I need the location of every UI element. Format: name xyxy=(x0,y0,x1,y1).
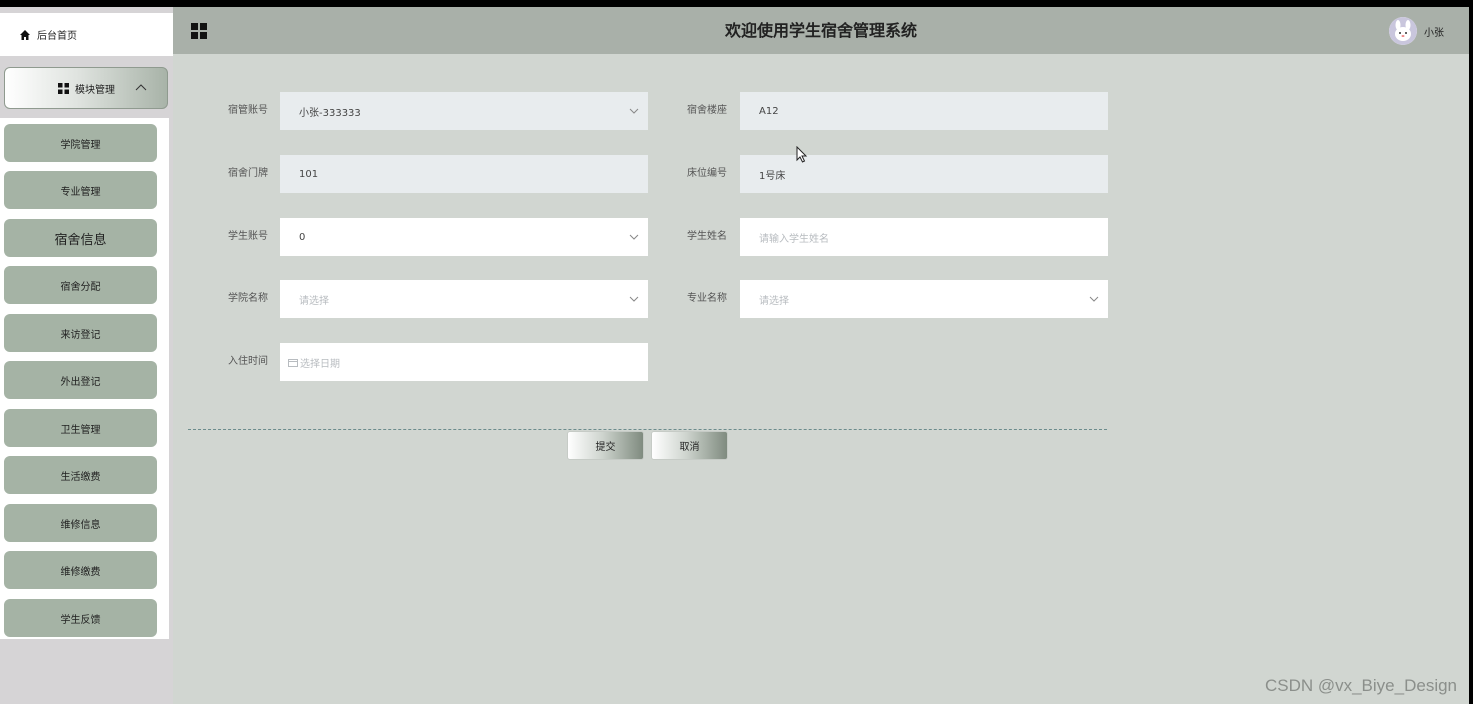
page-title: 欢迎使用学生宿舍管理系统 xyxy=(724,21,917,40)
student-name-placeholder: 请输入学生姓名 xyxy=(759,233,829,245)
college-label: 学院名称 xyxy=(228,293,268,304)
dorm-manager-select[interactable]: 小张-333333 xyxy=(280,92,648,130)
checkin-date-picker[interactable]: 选择日期 xyxy=(280,343,648,381)
mouse-cursor-icon xyxy=(796,145,808,164)
major-label: 专业名称 xyxy=(687,293,727,304)
grid-icon xyxy=(58,82,69,94)
sidebar-item-repair-info[interactable]: 维修信息 xyxy=(4,504,157,542)
sidebar-item-college[interactable]: 学院管理 xyxy=(4,124,157,162)
home-icon xyxy=(18,28,32,42)
username[interactable]: 小张 xyxy=(1424,24,1444,39)
sidebar-item-label: 学院管理 xyxy=(60,139,101,151)
building-field[interactable]: A12 xyxy=(740,92,1108,130)
calendar-icon xyxy=(288,358,298,367)
sidebar-module-toggle[interactable]: 模块管理 xyxy=(4,67,168,109)
bed-label: 床位编号 xyxy=(687,168,727,179)
major-placeholder: 请选择 xyxy=(759,295,789,307)
dorm-manager-label: 宿管账号 xyxy=(228,105,268,116)
sidebar-item-label: 生活缴费 xyxy=(60,471,101,483)
building-label: 宿舍楼座 xyxy=(687,105,727,116)
sidebar-item-visitor[interactable]: 来访登记 xyxy=(4,314,157,352)
sidebar-item-dorm-assign[interactable]: 宿舍分配 xyxy=(4,266,157,304)
app-shell: 后台首页 模块管理 学院管理 专业管理 宿舍信息 宿舍分配 来访登记 外出登记 … xyxy=(0,7,1469,704)
sidebar-home-label: 后台首页 xyxy=(37,31,77,42)
sidebar-item-repair-fee[interactable]: 维修缴费 xyxy=(4,551,157,589)
major-select[interactable]: 请选择 xyxy=(740,280,1108,318)
submit-button[interactable]: 提交 xyxy=(567,431,644,460)
sidebar-item-label: 维修缴费 xyxy=(60,566,101,578)
student-name-label: 学生姓名 xyxy=(687,231,727,242)
sidebar-item-label: 宿舍分配 xyxy=(60,281,101,293)
sidebar-module-label: 模块管理 xyxy=(75,84,115,96)
sidebar-item-dorm-info[interactable]: 宿舍信息 xyxy=(4,219,157,257)
bed-value: 1号床 xyxy=(759,170,786,182)
student-account-select[interactable]: 0 xyxy=(280,218,648,256)
watermark: CSDN @vx_Biye_Design xyxy=(1264,676,1457,695)
student-account-label: 学生账号 xyxy=(228,231,268,242)
form-divider xyxy=(188,429,1107,430)
chevron-down-icon xyxy=(629,106,639,116)
checkin-label: 入住时间 xyxy=(228,356,268,367)
avatar-icon[interactable] xyxy=(1389,17,1417,45)
sidebar-item-feedback[interactable]: 学生反馈 xyxy=(4,599,157,637)
sidebar-item-label: 来访登记 xyxy=(60,329,101,341)
sidebar-item-label: 学生反馈 xyxy=(60,614,101,626)
college-select[interactable]: 请选择 xyxy=(280,280,648,318)
student-account-value: 0 xyxy=(299,231,306,243)
sidebar-home-link[interactable]: 后台首页 xyxy=(0,13,173,56)
chevron-down-icon xyxy=(629,232,639,242)
submit-button-label: 提交 xyxy=(595,442,616,453)
college-placeholder: 请选择 xyxy=(299,295,329,307)
building-value: A12 xyxy=(759,105,779,117)
student-name-input[interactable]: 请输入学生姓名 xyxy=(740,218,1108,256)
sidebar: 后台首页 模块管理 学院管理 专业管理 宿舍信息 宿舍分配 来访登记 外出登记 … xyxy=(0,7,173,704)
chevron-down-icon xyxy=(629,294,639,304)
chevron-up-icon xyxy=(135,82,147,94)
top-header: 欢迎使用学生宿舍管理系统 小张 xyxy=(173,7,1469,54)
sidebar-item-label: 维修信息 xyxy=(60,519,101,531)
sidebar-item-hygiene[interactable]: 卫生管理 xyxy=(4,409,157,447)
sidebar-item-label: 专业管理 xyxy=(60,186,101,198)
door-value: 101 xyxy=(299,168,319,180)
checkin-placeholder: 选择日期 xyxy=(300,358,340,370)
dorm-manager-value: 小张-333333 xyxy=(299,107,361,119)
sidebar-item-living-fee[interactable]: 生活缴费 xyxy=(4,456,157,494)
sidebar-item-label: 外出登记 xyxy=(60,376,101,388)
sidebar-menu: 学院管理 专业管理 宿舍信息 宿舍分配 来访登记 外出登记 卫生管理 生活缴费 … xyxy=(0,118,169,639)
sidebar-item-outing[interactable]: 外出登记 xyxy=(4,361,157,399)
cancel-button[interactable]: 取消 xyxy=(651,431,728,460)
door-field[interactable]: 101 xyxy=(280,155,648,193)
sidebar-item-label: 卫生管理 xyxy=(60,424,101,436)
sidebar-item-major[interactable]: 专业管理 xyxy=(4,171,157,209)
chevron-down-icon xyxy=(1089,294,1099,304)
cancel-button-label: 取消 xyxy=(679,442,700,453)
door-label: 宿舍门牌 xyxy=(228,168,268,179)
grid-icon[interactable] xyxy=(191,23,207,39)
sidebar-item-label: 宿舍信息 xyxy=(54,232,107,248)
